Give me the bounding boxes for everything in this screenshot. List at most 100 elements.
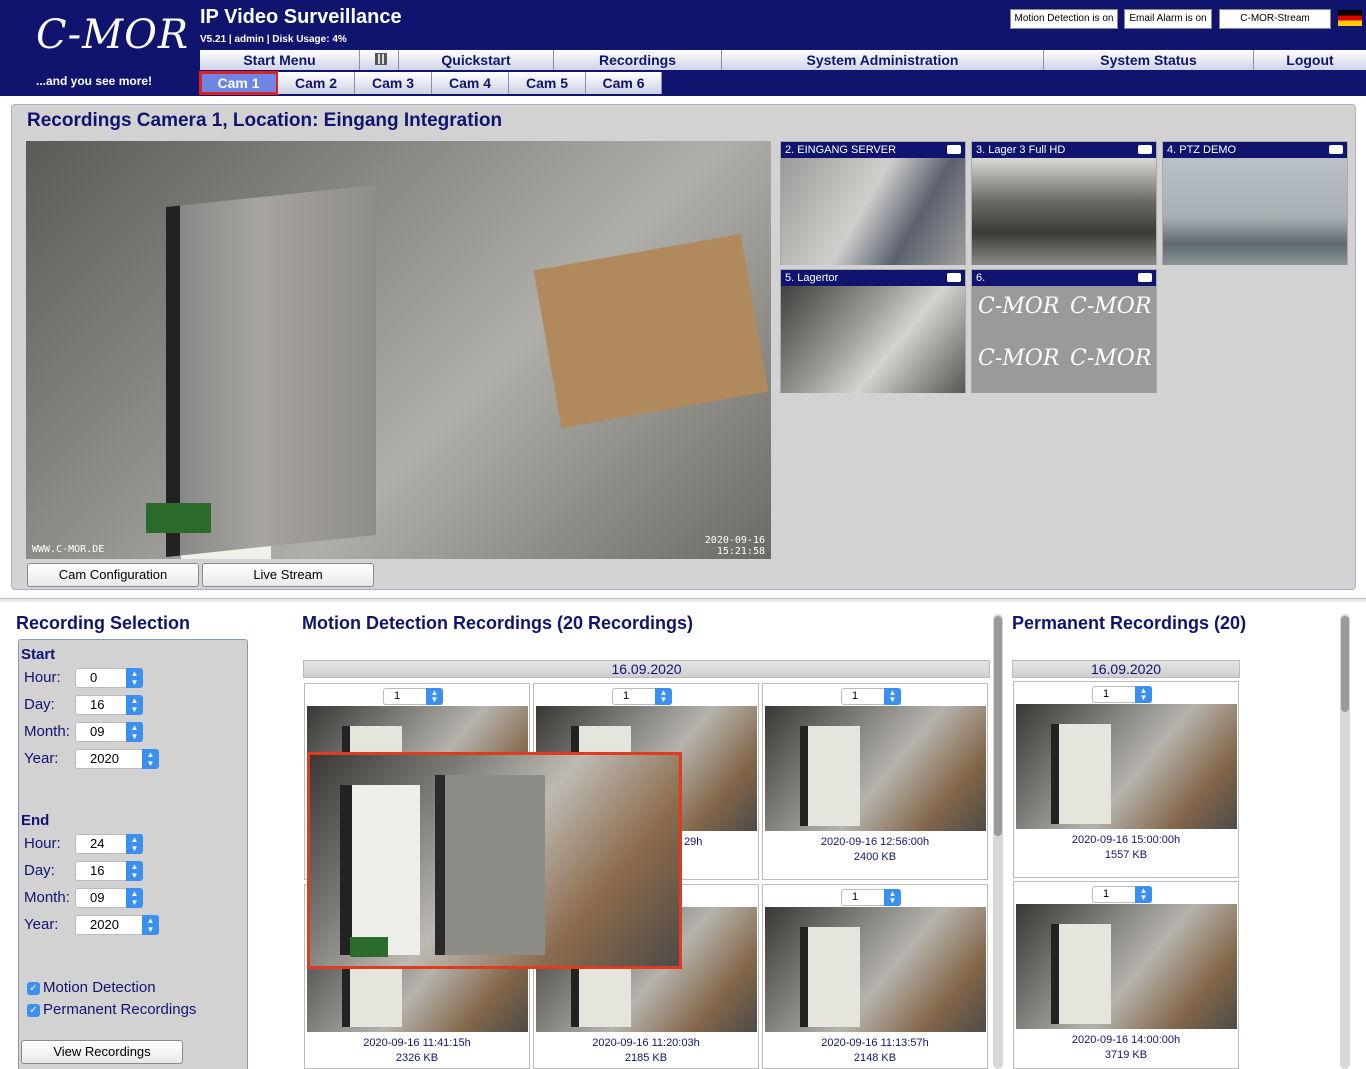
recording-caption: 2020-09-16 11:20:03h 2185 KB (534, 1036, 758, 1066)
recording-time: 2020-09-16 11:20:03h (592, 1037, 700, 1049)
recording-time: 2020-09-16 14:00:00h (1071, 1034, 1181, 1046)
camera-thumb-2[interactable]: 2. EINGANG SERVER (780, 141, 966, 265)
tab-cam-3[interactable]: Cam 3 (355, 72, 432, 94)
fullscreen-grid-icon[interactable] (375, 53, 387, 65)
recording-size: 2148 KB (853, 1052, 897, 1064)
nav-recordings[interactable]: Recordings (554, 50, 722, 70)
start-day-label: Day: (24, 696, 55, 713)
end-day-select[interactable]: 16 ▲ ▼ (75, 861, 143, 881)
camera-thumb-3[interactable]: 3. Lager 3 Full HD (971, 141, 1157, 265)
camera-thumb-4[interactable]: 4. PTZ DEMO (1162, 141, 1348, 265)
start-day-select[interactable]: 16 ▲ ▼ (75, 695, 143, 715)
recording-selection-title: Recording Selection (16, 613, 191, 633)
cmor-logo[interactable]: C-MOR ...and you see more! (6, 4, 196, 92)
motion-detection-status-button[interactable]: Motion Detection is on (1010, 9, 1118, 29)
door (800, 726, 860, 826)
tile-logo-4: C-MOR (1070, 346, 1152, 371)
nav-start-menu[interactable]: Start Menu (200, 50, 360, 70)
recording-select[interactable]: 1 ▲▼ (612, 688, 672, 705)
cmor-stream-button[interactable]: C-MOR-Stream (1219, 9, 1331, 29)
recording-select[interactable]: 1 ▲▼ (841, 889, 901, 906)
end-year-label: Year: (24, 916, 59, 933)
start-year-value: 2020 (90, 751, 119, 766)
start-month-label: Month: (24, 723, 70, 740)
permanent-scrollbar[interactable] (1340, 614, 1350, 1069)
recording-item[interactable]: 1 ▲ ▼ 2020-09-16 14:00:00h 3719 KB (1013, 881, 1239, 1069)
end-hour-value: 24 (90, 836, 105, 851)
updown-icon: ▲▼ (426, 688, 443, 705)
recording-item[interactable]: 1 ▲ ▼ 2020-09-16 15:00:00h 1557 KB (1013, 681, 1239, 878)
live-stream-button[interactable]: Live Stream (202, 563, 374, 587)
camera-panel: Recordings Camera 1, Location: Eingang I… (11, 104, 1356, 590)
recording-thumbnail[interactable] (1016, 704, 1237, 829)
motion-detection-label: Motion Detection (43, 979, 156, 996)
german-flag-icon[interactable] (1338, 10, 1362, 26)
camera-thumb-5[interactable]: 5. Lagertor (780, 269, 966, 393)
permanent-recordings-checkbox[interactable]: ✓ (27, 1004, 40, 1017)
permanent-date-header: 16.09.2020 (1012, 660, 1240, 678)
start-year-label: Year: (24, 750, 59, 767)
thumb-image (781, 286, 965, 393)
updown-icon: ▲▼ (884, 688, 901, 705)
tab-cam-5[interactable]: Cam 5 (509, 72, 586, 94)
recording-select[interactable]: 1 ▲▼ (1092, 686, 1152, 703)
camera-icon (1138, 273, 1152, 282)
thumb-image (781, 158, 965, 265)
view-recordings-button[interactable]: View Recordings (21, 1040, 183, 1064)
nav-logout[interactable]: Logout (1254, 50, 1366, 70)
end-year-select[interactable]: 2020 ▲ ▼ (75, 915, 159, 935)
recording-select[interactable]: 1 ▲▼ (1092, 886, 1152, 903)
nav-system-administration[interactable]: System Administration (722, 50, 1044, 70)
start-year-select[interactable]: 2020 ▲ ▼ (75, 749, 159, 769)
tab-cam-6[interactable]: Cam 6 (586, 72, 662, 94)
motion-detection-checkbox[interactable]: ✓ (27, 982, 40, 995)
recording-thumbnail[interactable] (765, 706, 986, 831)
recording-select-value: 1 (1103, 888, 1110, 900)
video-timestamp: 2020-09-16 15:21:58 (705, 535, 765, 557)
main-camera-view[interactable]: WWW.C-MOR.DE 2020-09-16 15:21:58 (26, 141, 771, 559)
recording-item[interactable]: 1 ▲ ▼ 2020-09-16 11:13:57h 2148 KB (762, 884, 988, 1069)
cardboard-boxes (533, 233, 769, 429)
scrollbar-thumb[interactable] (1341, 616, 1349, 712)
thumb-image (972, 158, 1156, 265)
floor-mat (350, 937, 388, 957)
camera-thumb-6[interactable]: 6. C-MOR C-MOR C-MOR C-MOR (971, 269, 1157, 393)
doorway (340, 785, 420, 955)
start-hour-select[interactable]: 0 ▲ ▼ (75, 668, 143, 688)
recording-select[interactable]: 1 ▲▼ (383, 688, 443, 705)
cam-configuration-button[interactable]: Cam Configuration (27, 563, 199, 587)
start-month-value: 09 (90, 724, 105, 739)
start-month-select[interactable]: 09 ▲ ▼ (75, 722, 143, 742)
door (1051, 724, 1111, 824)
cmor-logo-tile: C-MOR C-MOR C-MOR C-MOR (972, 286, 1156, 393)
floor-mat (146, 503, 211, 533)
updown-icon: ▲▼ (1135, 686, 1152, 703)
header-bar: C-MOR ...and you see more! IP Video Surv… (0, 0, 1366, 96)
tab-cam-1[interactable]: Cam 1 (199, 71, 279, 95)
nav-quickstart[interactable]: Quickstart (398, 50, 554, 70)
camera-icon (947, 145, 961, 154)
recording-item[interactable]: 1 ▲ ▼ 2020-09-16 12:56:00h 2400 KB (762, 683, 988, 880)
nav-system-status[interactable]: System Status (1044, 50, 1254, 70)
end-month-select[interactable]: 09 ▲ ▼ (75, 888, 143, 908)
motion-scrollbar[interactable] (993, 614, 1003, 1069)
start-day-value: 16 (90, 697, 105, 712)
scrollbar-thumb[interactable] (994, 616, 1002, 836)
tile-logo-2: C-MOR (1070, 294, 1152, 319)
email-alarm-status-button[interactable]: Email Alarm is on (1124, 9, 1212, 29)
end-month-label: Month: (24, 889, 70, 906)
tile-logo-1: C-MOR (978, 294, 1060, 319)
door (166, 184, 376, 558)
recording-select[interactable]: 1 ▲▼ (841, 688, 901, 705)
recording-thumbnail[interactable] (1016, 904, 1237, 1029)
tab-cam-4[interactable]: Cam 4 (432, 72, 509, 94)
recording-size: 1557 KB (1104, 849, 1148, 861)
thumb-title-text: 6. (976, 272, 986, 284)
thumb-title: 5. Lagertor (781, 270, 965, 286)
recording-preview-popup[interactable] (307, 752, 682, 969)
camera-icon (947, 273, 961, 282)
recording-select-value: 1 (852, 891, 859, 903)
tab-cam-2[interactable]: Cam 2 (278, 72, 355, 94)
recording-thumbnail[interactable] (765, 907, 986, 1032)
end-hour-select[interactable]: 24 ▲ ▼ (75, 834, 143, 854)
